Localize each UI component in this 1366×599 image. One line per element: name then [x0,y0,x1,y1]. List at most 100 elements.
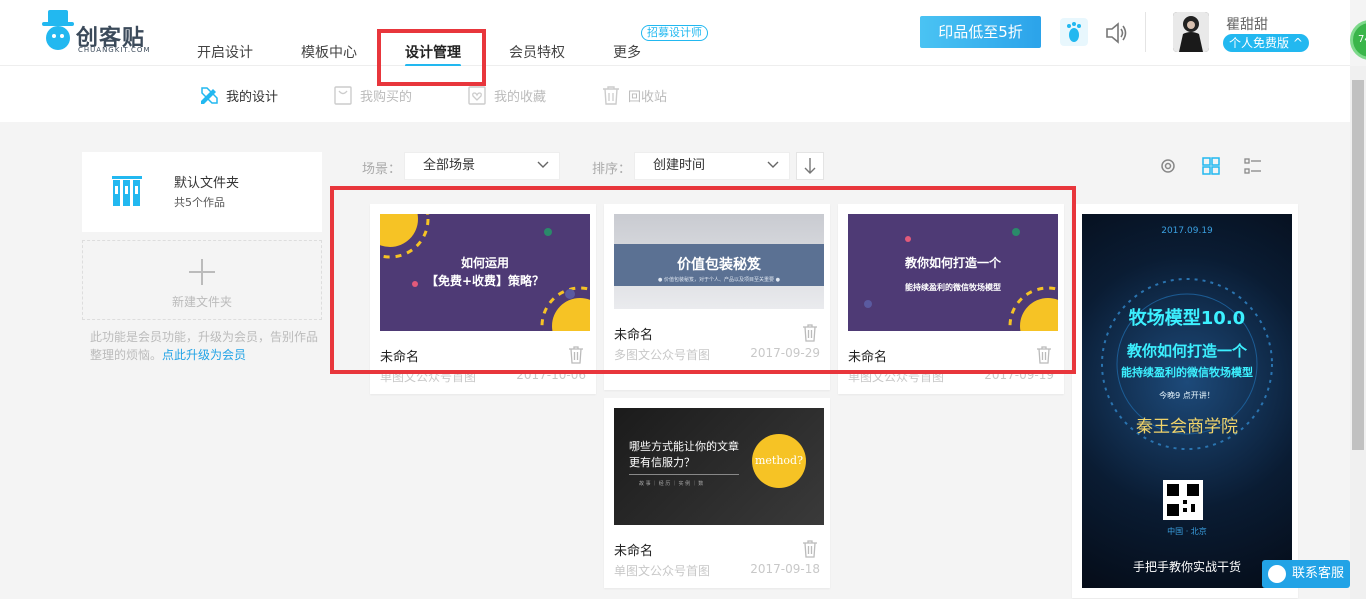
service-label: 联系客服 [1292,566,1345,581]
poster-thumbnail[interactable]: 2017.09.19 牧场模型10.0 教你如何打造一个 能持续盈利的微信牧场模… [1082,214,1292,588]
subnav-favorites[interactable]: 我的收藏 [466,84,546,106]
heart-icon [468,86,486,105]
thumbnail-line2: 能持续盈利的微信牧场模型 [905,283,1001,292]
trash-icon[interactable] [802,540,818,558]
thumbnail-tag: method? [752,434,806,488]
poster-school: 秦王会商学院 [1136,417,1238,437]
scene-select[interactable]: 全部场景 [404,152,560,180]
subnav-label: 我的设计 [226,89,279,105]
nav-start-design[interactable]: 开启设计 [197,42,253,62]
poster-line3: 能持续盈利的微信牧场模型 [1121,366,1253,379]
nav-design-management[interactable]: 设计管理 [405,42,461,62]
footprint-icon[interactable] [1060,18,1088,46]
contact-service-button[interactable]: 联系客服 [1262,560,1350,588]
side-float-badge[interactable]: 74 [1350,20,1366,60]
thumbnail-line1: 哪些方式能让你的文章 [629,440,739,453]
speaker-icon[interactable] [1104,20,1130,46]
card-title[interactable]: 未命名 [614,324,653,343]
scene-select-value: 全部场景 [423,158,476,173]
new-folder-label: 新建文件夹 [171,295,232,309]
poster-line4: 今晚9 点开讲！ [1159,391,1215,400]
upgrade-member-link[interactable]: 点此升级为会员 [162,348,246,362]
settings-gear-icon[interactable] [1158,156,1178,176]
membership-badge[interactable]: 个人免费版 ^ [1223,34,1309,52]
shopping-bag-icon [334,86,352,105]
print-promo-button[interactable]: 印品低至5折 [920,16,1041,48]
design-card-poster[interactable]: 2017.09.19 牧场模型10.0 教你如何打造一个 能持续盈利的微信牧场模… [1072,204,1298,598]
card-type: 单图文公众号首图 [380,370,477,384]
header-divider [1145,12,1146,52]
thumbnail-line1: 价值包装秘笈 [677,257,761,273]
chevron-down-icon [767,161,779,168]
card-type: 多图文公众号首图 [614,348,711,362]
folder-name: 默认文件夹 [174,176,240,191]
scrollbar-thumb[interactable] [1352,80,1364,450]
sort-label: 排序： [592,162,632,177]
design-card[interactable]: 价值包装秘笈 ● 价值包装秘笈，对于个人、产品以及项目至关重要 ● 未命名 多图… [604,204,830,390]
sort-direction-button[interactable] [796,152,824,180]
subnav-label: 我的收藏 [494,89,547,105]
logo-mascot-icon [42,10,74,50]
thumbnail-line1: 如何运用 [460,256,509,270]
design-card[interactable]: 哪些方式能让你的文章 更有信服力？ 故 事 ｜ 经 历 ｜ 实 例 ｜ 数 me… [604,398,830,588]
recruit-designer-badge[interactable]: 招募设计师 [641,25,708,41]
thumbnail-line2: ● 价值包装秘笈，对于个人、产品以及项目至关重要 ● [658,277,780,283]
card-date: 2017-09-19 [984,368,1054,382]
thumbnail-line2: 更有信服力？ [629,456,695,469]
logo-subtext: CHUANGKIT.COM [78,46,151,54]
plus-icon [189,259,215,285]
trash-icon[interactable] [1036,346,1052,364]
poster-footer: 手把手教你实战干货 [1132,560,1241,574]
list-view-icon[interactable] [1243,156,1263,176]
design-thumbnail[interactable]: 价值包装秘笈 ● 价值包装秘笈，对于个人、产品以及项目至关重要 ● [614,214,824,309]
sort-select[interactable]: 创建时间 [634,152,790,180]
chat-bubble-icon [1268,565,1286,583]
avatar[interactable] [1173,12,1209,52]
scene-label: 场景： [362,162,402,177]
card-title[interactable]: 未命名 [614,540,653,559]
trash-icon [603,86,619,105]
nav-more[interactable]: 更多 [613,42,641,62]
design-thumbnail[interactable]: 如何运用 【免费+收费】策略？ [380,214,590,331]
card-title[interactable]: 未命名 [380,346,419,365]
subnav-purchased[interactable]: 我购买的 [332,84,412,106]
thumbnail-line2: 【免费+收费】策略？ [425,274,545,288]
default-folder[interactable]: 默认文件夹 共5个作品 [82,152,322,232]
poster-line2: 教你如何打造一个 [1126,342,1247,360]
subnav-label: 我购买的 [360,89,413,105]
new-folder-button[interactable]: 新建文件夹 [82,240,322,320]
design-thumbnail[interactable]: 教你如何打造一个 能持续盈利的微信牧场模型 [848,214,1058,331]
thumbnail-decoration [864,228,1058,331]
card-type: 单图文公众号首图 [614,564,711,578]
nav-template-center[interactable]: 模板中心 [301,42,357,62]
nav-member-privileges[interactable]: 会员特权 [509,42,565,62]
poster-place: 中国 · 北京 [1167,527,1207,536]
card-title[interactable]: 未命名 [848,346,887,365]
design-card[interactable]: 如何运用 【免费+收费】策略？ 未命名 单图文公众号首图 2017-10-06 [370,204,596,394]
subnav-my-designs[interactable]: 我的设计 [198,84,278,106]
trash-icon[interactable] [802,324,818,342]
card-date: 2017-09-29 [750,346,820,360]
subnav-recycle-bin[interactable]: 回收站 [600,84,667,106]
thumbnail-line3: 故 事 ｜ 经 历 ｜ 实 例 ｜ 数 [639,481,704,487]
username[interactable]: 瞿甜甜 [1226,14,1268,34]
subnav-label: 回收站 [628,89,668,105]
thumbnail-line1: 教你如何打造一个 [904,256,1001,270]
design-card[interactable]: 教你如何打造一个 能持续盈利的微信牧场模型 未命名 单图文公众号首图 2017-… [838,204,1064,394]
folder-count: 共5个作品 [174,196,225,209]
poster-title: 牧场模型10.0 [1128,308,1246,329]
folder-icon [112,176,142,206]
thumbnail-rule [629,474,739,475]
top-header: 创客贴 CHUANGKIT.COM 开启设计 模板中心 设计管理 会员特权 更多… [0,0,1350,67]
arrow-down-icon [804,158,816,174]
chevron-down-icon [537,161,549,168]
sub-navigation: 我的设计 我购买的 我的收藏 回收站 [0,66,1350,122]
design-thumbnail[interactable]: 哪些方式能让你的文章 更有信服力？ 故 事 ｜ 经 历 ｜ 实 例 ｜ 数 me… [614,408,824,525]
card-date: 2017-10-06 [516,368,586,382]
member-feature-note: 此功能是会员功能，升级为会员，告别作品整理的烦恼。点此升级为会员 [90,328,324,364]
grid-view-icon[interactable] [1201,156,1221,176]
qr-code-icon [1163,480,1203,520]
pencil-ruler-icon [201,87,218,104]
trash-icon[interactable] [568,346,584,364]
card-type: 单图文公众号首图 [848,370,945,384]
